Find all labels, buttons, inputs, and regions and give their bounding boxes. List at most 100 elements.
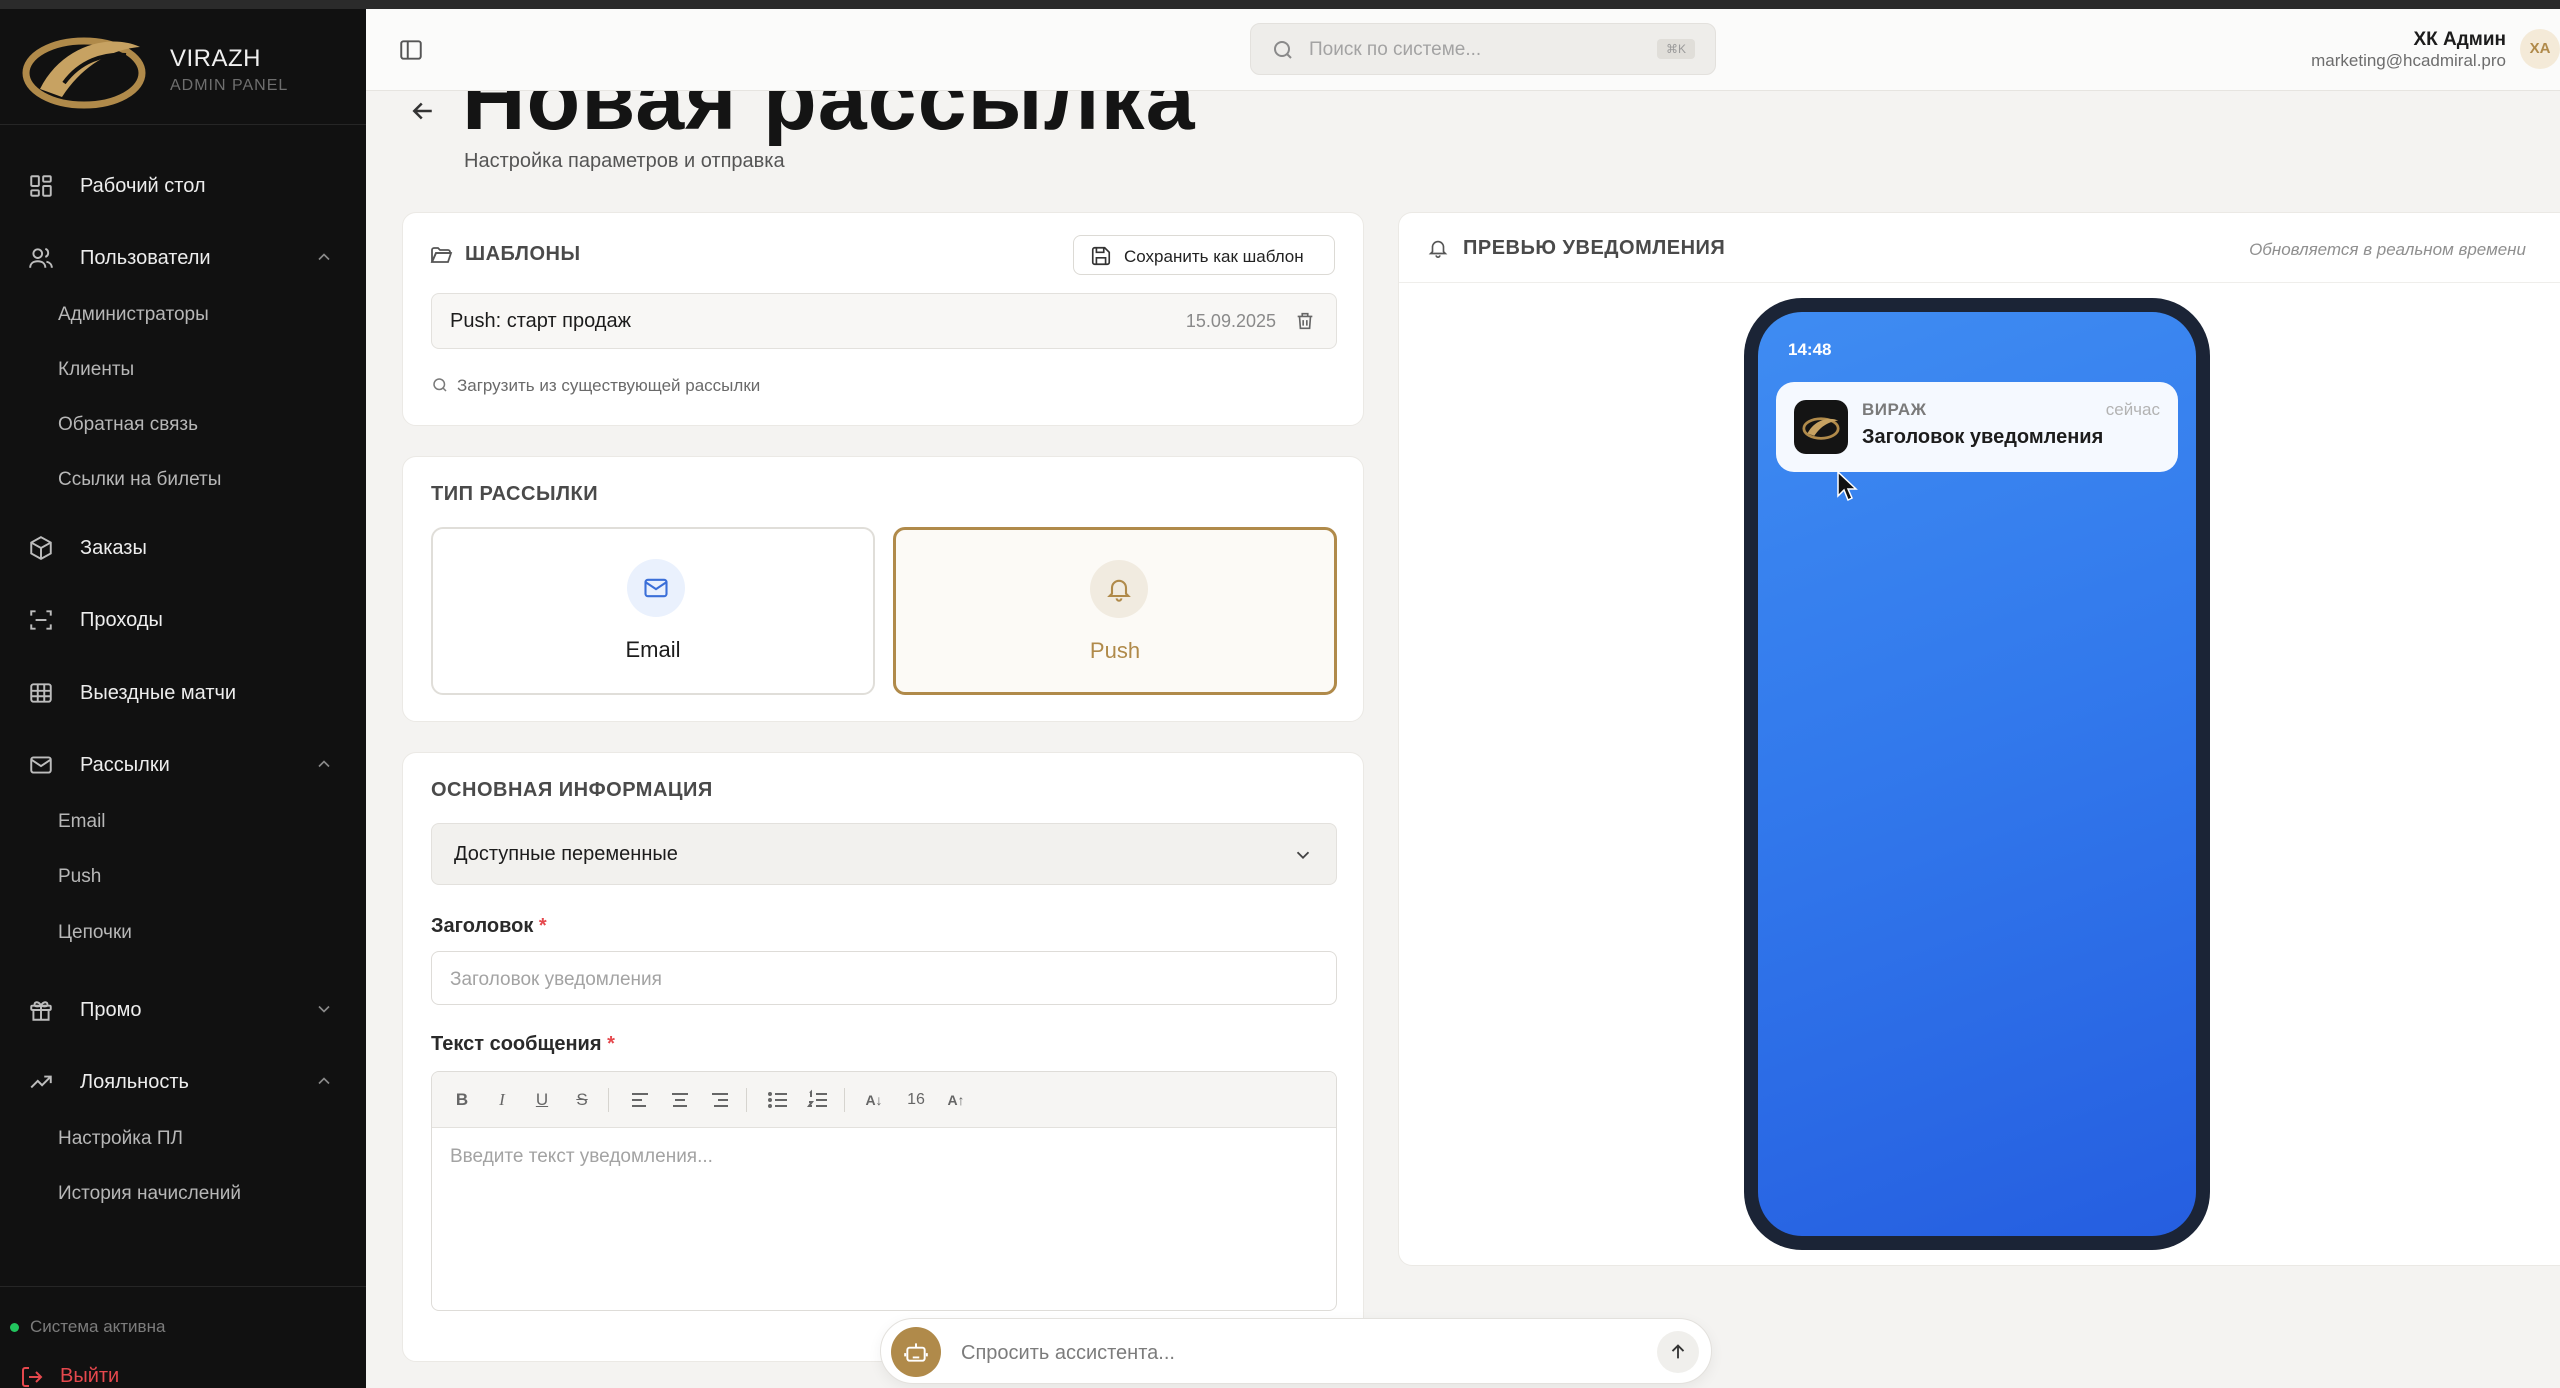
sidebar-subitem-admins[interactable]: Администраторы bbox=[58, 304, 209, 326]
sidebar-item-orders[interactable]: Заказы bbox=[0, 519, 366, 575]
sidebar-subitem-email[interactable]: Email bbox=[58, 811, 106, 833]
basic-info-card: ОСНОВНАЯ ИНФОРМАЦИЯ Доступные переменные… bbox=[402, 752, 1364, 1362]
load-from-existing-link[interactable]: Загрузить из существующей рассылки bbox=[431, 373, 831, 397]
bullet-list-icon[interactable] bbox=[766, 1088, 790, 1112]
sidebar-item-label: Промо bbox=[80, 999, 142, 1021]
templates-card: ШАБЛОНЫ Сохранить как шаблон Push: старт… bbox=[402, 212, 1364, 426]
scan-icon bbox=[30, 610, 52, 630]
trash-icon[interactable] bbox=[1294, 310, 1316, 332]
phone-screen: 14:48 ВИРАЖ сейчас Заголовок уведомления bbox=[1758, 312, 2196, 1236]
sidebar-item-loyalty[interactable]: Лояльность bbox=[0, 1053, 366, 1109]
box-icon bbox=[30, 536, 52, 560]
message-placeholder: Введите текст уведомления... bbox=[450, 1146, 713, 1167]
trending-up-icon bbox=[30, 1075, 52, 1089]
save-icon bbox=[1091, 246, 1111, 266]
dashboard-icon bbox=[30, 175, 52, 197]
user-name[interactable]: ХК Админ bbox=[2413, 29, 2506, 51]
font-size-value[interactable]: 16 bbox=[904, 1088, 928, 1112]
sidebar-toggle-icon[interactable] bbox=[398, 37, 424, 63]
toolbar-divider bbox=[746, 1088, 747, 1112]
search-icon bbox=[433, 378, 447, 392]
sidebar-subitem-clients[interactable]: Клиенты bbox=[58, 359, 134, 381]
required-mark: * bbox=[538, 915, 547, 937]
numbered-list-icon[interactable] bbox=[806, 1088, 830, 1112]
sidebar-subitem-feedback[interactable]: Обратная связь bbox=[58, 414, 198, 436]
back-arrow-icon[interactable] bbox=[408, 96, 438, 126]
sidebar-subitem-chains[interactable]: Цепочки bbox=[58, 922, 132, 944]
logout-button[interactable]: Выйти bbox=[20, 1363, 220, 1388]
mailing-type-card: ТИП РАССЫЛКИ Email Push bbox=[402, 456, 1364, 722]
gift-icon bbox=[30, 1001, 52, 1021]
type-option-label: Push bbox=[1089, 638, 1141, 663]
variables-select[interactable]: Доступные переменные bbox=[431, 823, 1337, 885]
save-as-template-button[interactable]: Сохранить как шаблон bbox=[1073, 235, 1335, 275]
align-center-icon[interactable] bbox=[668, 1088, 692, 1112]
chevron-up-icon bbox=[318, 760, 330, 768]
system-status: Система активна bbox=[30, 1317, 166, 1336]
bell-icon bbox=[1428, 240, 1448, 258]
toolbar-divider bbox=[608, 1088, 609, 1112]
window-top-strip bbox=[0, 0, 2560, 9]
assistant-bar[interactable]: Спросить ассистента... bbox=[880, 1318, 1712, 1384]
underline-icon[interactable]: U bbox=[530, 1088, 554, 1112]
font-increase-icon[interactable]: A↑ bbox=[944, 1088, 968, 1112]
sidebar-item-promo[interactable]: Промо bbox=[0, 981, 366, 1037]
bot-icon bbox=[904, 1343, 928, 1362]
sidebar-item-passes[interactable]: Проходы bbox=[0, 591, 366, 647]
mail-icon bbox=[30, 756, 52, 774]
avatar[interactable]: ХА bbox=[2520, 29, 2560, 69]
strikethrough-icon[interactable]: S bbox=[570, 1088, 594, 1112]
sidebar-subitem-accrual-history[interactable]: История начислений bbox=[58, 1183, 241, 1205]
phone-mockup: 14:48 ВИРАЖ сейчас Заголовок уведомления bbox=[1744, 298, 2210, 1250]
push-icon-circle bbox=[1090, 560, 1148, 618]
app-icon bbox=[1794, 400, 1848, 454]
heading-label: Заголовок * bbox=[431, 915, 547, 938]
topbar: Поиск по системе... ⌘K ХК Админ marketin… bbox=[366, 9, 2560, 91]
heading-input[interactable]: Заголовок уведомления bbox=[431, 951, 1337, 1005]
font-decrease-icon[interactable]: A↓ bbox=[862, 1088, 886, 1112]
required-mark: * bbox=[607, 1033, 615, 1055]
template-name: Push: старт продаж bbox=[450, 310, 631, 332]
sidebar-subitem-ticket-links[interactable]: Ссылки на билеты bbox=[58, 469, 221, 491]
logout-label: Выйти bbox=[60, 1365, 120, 1387]
sidebar-item-mailings[interactable]: Рассылки bbox=[0, 736, 366, 792]
sidebar-item-dashboard[interactable]: Рабочий стол bbox=[0, 157, 366, 213]
message-label: Текст сообщения * bbox=[431, 1033, 615, 1056]
sidebar-item-away-matches[interactable]: Выездные матчи bbox=[0, 664, 366, 720]
email-icon-circle bbox=[627, 559, 685, 617]
bell-icon bbox=[1107, 579, 1131, 602]
search-icon bbox=[1274, 41, 1292, 59]
sidebar-item-label: Заказы bbox=[80, 537, 147, 559]
sidebar-subitem-loyalty-settings[interactable]: Настройка ПЛ bbox=[58, 1128, 183, 1150]
align-left-icon[interactable] bbox=[628, 1088, 652, 1112]
page-subtitle: Настройка параметров и отправка bbox=[464, 150, 785, 172]
italic-icon[interactable]: I bbox=[490, 1088, 514, 1112]
mouse-cursor-icon bbox=[1837, 470, 1858, 502]
type-option-label: Email bbox=[625, 637, 681, 662]
type-option-email[interactable]: Email bbox=[431, 527, 875, 695]
chevron-down-icon bbox=[318, 1005, 330, 1013]
save-as-template-label: Сохранить как шаблон bbox=[1124, 247, 1304, 266]
basic-info-title: ОСНОВНАЯ ИНФОРМАЦИЯ bbox=[431, 779, 713, 801]
editor-toolbar: B I U S A↓ 16 A↑ bbox=[432, 1072, 1336, 1128]
sidebar-item-label: Проходы bbox=[80, 609, 163, 631]
variables-select-label: Доступные переменные bbox=[454, 843, 678, 865]
mailing-type-title: ТИП РАССЫЛКИ bbox=[431, 483, 599, 505]
bold-icon[interactable]: B bbox=[450, 1088, 474, 1112]
user-email: marketing@hcadmiral.pro bbox=[2311, 51, 2506, 70]
notification-time: сейчас bbox=[2105, 400, 2160, 419]
assistant-send-button[interactable] bbox=[1657, 1331, 1699, 1373]
align-right-icon[interactable] bbox=[708, 1088, 732, 1112]
chevron-down-icon bbox=[1296, 851, 1310, 860]
type-option-push[interactable]: Push bbox=[893, 527, 1337, 695]
preview-hint: Обновляется в реальном времени bbox=[2249, 240, 2526, 259]
search-input[interactable]: Поиск по системе... ⌘K bbox=[1250, 23, 1716, 75]
brand: VIRAZH ADMIN PANEL bbox=[0, 9, 366, 125]
sidebar-subitem-push[interactable]: Push bbox=[58, 866, 101, 888]
notification-app-name: ВИРАЖ bbox=[1862, 400, 1927, 419]
heading-placeholder: Заголовок уведомления bbox=[450, 969, 662, 990]
template-row[interactable]: Push: старт продаж 15.09.2025 bbox=[431, 293, 1337, 349]
preview-header: ПРЕВЬЮ УВЕДОМЛЕНИЯ Обновляется в реально… bbox=[1399, 213, 2560, 283]
message-editor[interactable]: B I U S A↓ 16 A↑ Введите текст уведомлен… bbox=[431, 1071, 1337, 1311]
sidebar-item-users[interactable]: Пользователи bbox=[0, 229, 366, 285]
